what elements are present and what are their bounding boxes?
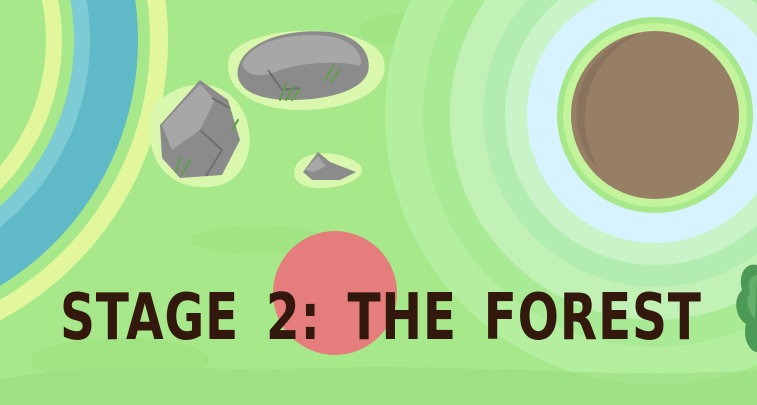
game-scene: STAGE 2: THE FOREST (0, 0, 757, 405)
stage-title: STAGE 2: THE FOREST (60, 281, 702, 355)
